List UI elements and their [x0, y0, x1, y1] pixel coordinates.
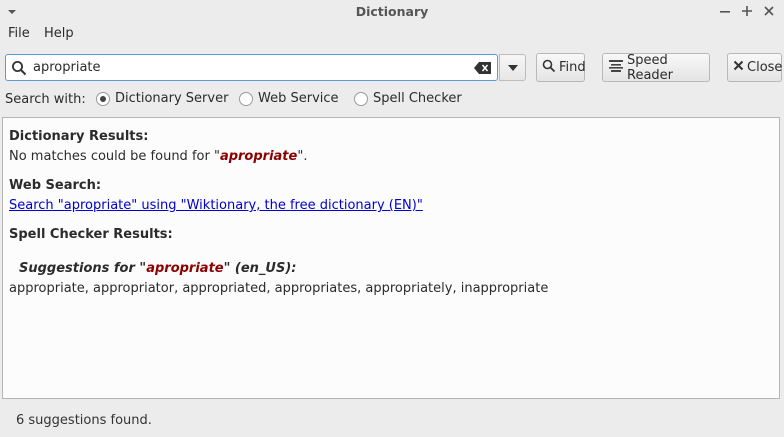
close-window-icon[interactable] — [760, 2, 778, 20]
web-search-heading: Web Search: — [9, 178, 102, 193]
suggestions-heading: Suggestions for "apropriate" (en_US): — [19, 261, 296, 276]
search-with-label: Search with: — [5, 92, 86, 107]
suggestions-text: Suggestions for " — [19, 261, 147, 276]
minimize-icon[interactable] — [716, 2, 734, 20]
results-panel[interactable]: Dictionary Results: No matches could be … — [2, 117, 780, 399]
chevron-down-icon — [507, 60, 518, 75]
speed-reader-button[interactable]: Speed Reader — [602, 52, 710, 83]
menu-file[interactable]: File — [8, 26, 30, 41]
suggestions-text: " (en_US): — [223, 261, 297, 276]
search-icon — [11, 60, 27, 80]
dictionary-results-message: No matches could be found for "apropriat… — [9, 149, 307, 164]
radio-button[interactable] — [354, 91, 368, 106]
radio-button[interactable] — [239, 91, 253, 106]
menu-bar: File Help — [0, 22, 784, 44]
window-title: Dictionary — [355, 4, 429, 19]
window-controls — [716, 2, 778, 20]
radio-spell-checker[interactable]: Spell Checker — [354, 91, 462, 106]
message-text: No matches could be found for " — [9, 149, 220, 164]
search-query-text: apropriate — [33, 60, 101, 75]
spell-checker-heading: Spell Checker Results: — [9, 227, 173, 242]
dictionary-results-heading: Dictionary Results: — [9, 129, 149, 144]
find-icon — [542, 59, 556, 77]
title-bar: Dictionary — [0, 0, 784, 22]
radio-label: Dictionary Server — [115, 91, 229, 106]
web-search-link[interactable]: Search "apropriate" using "Wiktionary, t… — [9, 198, 423, 213]
close-label: Close — [747, 60, 783, 75]
radio-label: Web Service — [258, 91, 339, 106]
radio-web-service[interactable]: Web Service — [239, 91, 339, 106]
find-label: Find — [559, 60, 586, 75]
search-history-dropdown[interactable] — [499, 54, 526, 81]
maximize-icon[interactable] — [738, 2, 756, 20]
radio-button-selected[interactable] — [96, 91, 110, 106]
close-button[interactable]: Close — [727, 53, 782, 82]
radio-dictionary-server[interactable]: Dictionary Server — [96, 91, 228, 106]
speed-reader-icon — [608, 59, 624, 77]
search-word: apropriate — [219, 149, 298, 164]
clear-text-icon[interactable] — [474, 61, 492, 79]
status-bar: 6 suggestions found. — [16, 413, 152, 428]
find-button[interactable]: Find — [536, 53, 586, 82]
radio-label: Spell Checker — [373, 91, 462, 106]
suggestions-list: appropriate, appropriator, appropriated,… — [9, 281, 549, 296]
close-icon — [733, 60, 744, 75]
menu-help[interactable]: Help — [44, 26, 74, 41]
speed-reader-label: Speed Reader — [627, 52, 674, 83]
message-text: ". — [297, 149, 308, 164]
suggestion-word: apropriate — [146, 261, 224, 276]
search-input[interactable]: apropriate — [5, 54, 498, 81]
